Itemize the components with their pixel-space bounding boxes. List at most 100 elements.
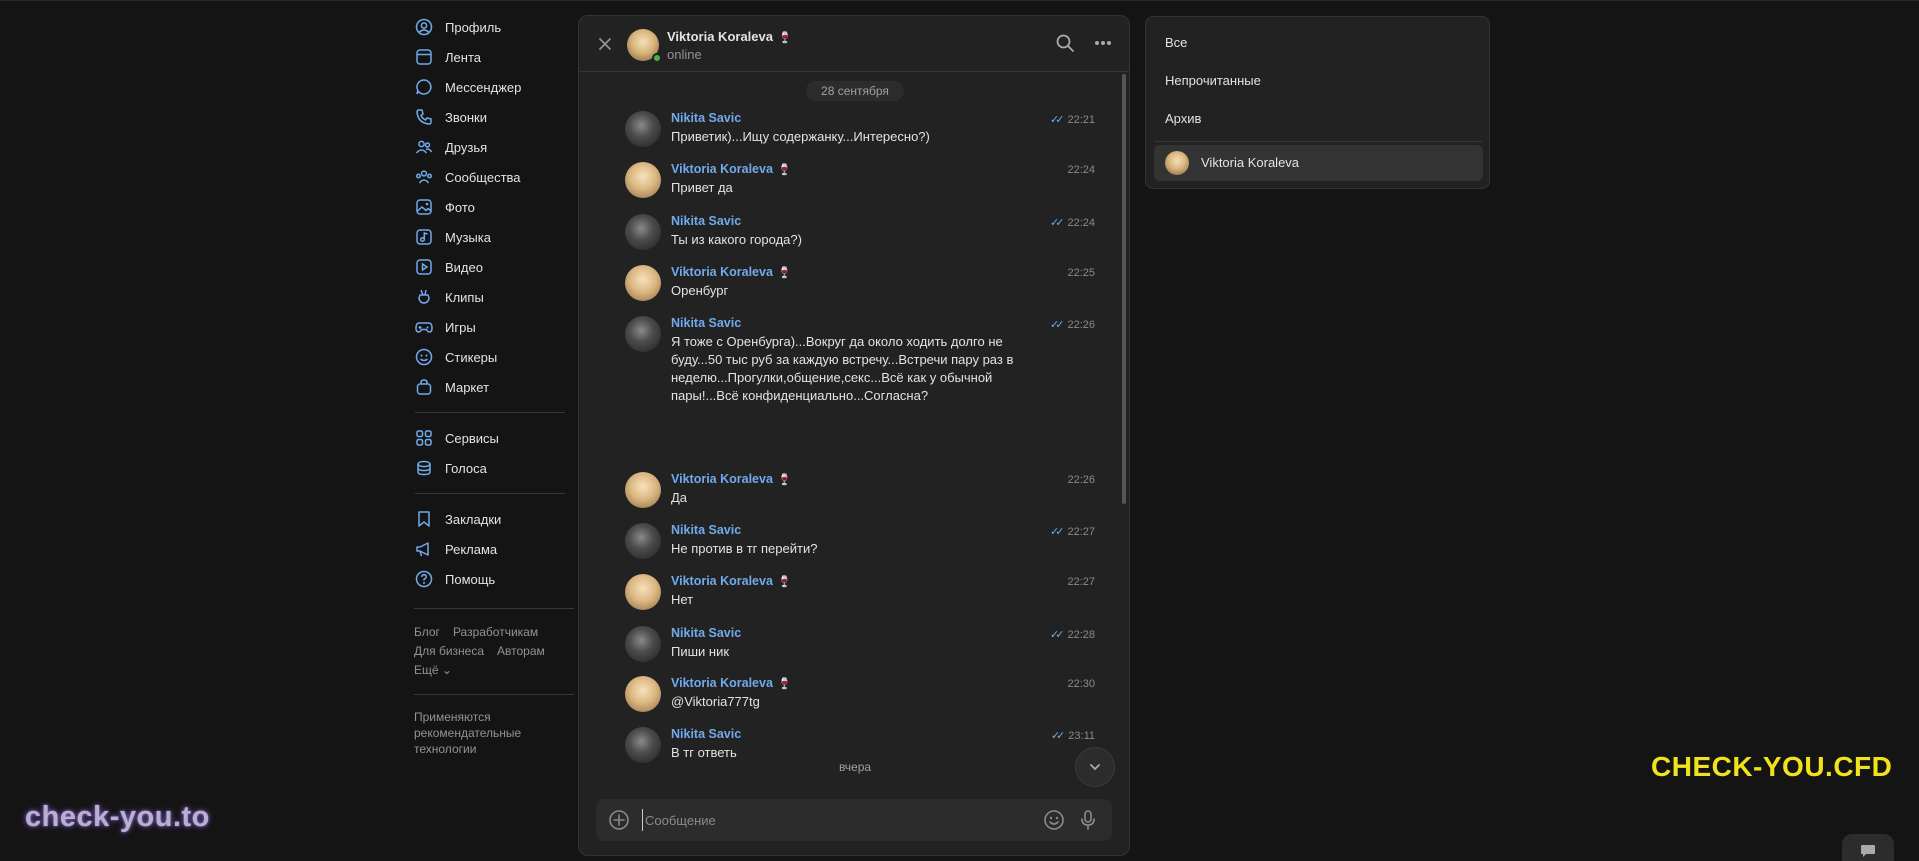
nav-item-market[interactable]: Маркет: [404, 372, 574, 402]
contact-status: online: [667, 47, 702, 62]
message-author[interactable]: Viktoria Koraleva 🍷: [671, 574, 792, 588]
microphone-icon[interactable]: [1077, 809, 1099, 834]
message-text: Да: [671, 490, 688, 505]
message-avatar[interactable]: [625, 162, 661, 198]
message-time: 22:24: [1067, 164, 1095, 176]
chat-header: Viktoria Koraleva 🍷 online: [579, 16, 1129, 72]
message-avatar[interactable]: [625, 523, 661, 559]
nav-item-votes[interactable]: Голоса: [404, 453, 574, 483]
message-avatar[interactable]: [625, 727, 661, 763]
nav-item-games[interactable]: Игры: [404, 312, 574, 342]
message-avatar[interactable]: [625, 111, 661, 147]
chat-window: Viktoria Koraleva 🍷 online 28 сентября Ni…: [578, 15, 1130, 856]
message-author[interactable]: Nikita Savic: [671, 523, 741, 537]
attach-icon[interactable]: [608, 809, 630, 834]
emoji-icon[interactable]: [1043, 809, 1065, 834]
nav-item-label: Лента: [445, 49, 481, 65]
message-avatar[interactable]: [625, 574, 661, 610]
message-avatar[interactable]: [625, 676, 661, 712]
nav-item-label: Клипы: [445, 289, 484, 305]
message-author[interactable]: Viktoria Koraleva 🍷: [671, 676, 792, 690]
nav-item-help[interactable]: Помощь: [404, 564, 574, 594]
nav-item-services[interactable]: Сервисы: [404, 423, 574, 453]
nav-item-communities[interactable]: Сообщества: [404, 162, 574, 192]
nav-item-label: Профиль: [445, 19, 502, 35]
chat-list-name: Viktoria Koraleva: [1201, 155, 1300, 170]
message-author[interactable]: Viktoria Koraleva 🍷: [671, 162, 792, 176]
message-time: ✓✓ 22:27: [1050, 525, 1095, 539]
help-icon: [415, 570, 433, 588]
filter-all[interactable]: Все: [1165, 35, 1187, 50]
nav-item-messenger[interactable]: Мессенджер: [404, 72, 574, 102]
nav-item-label: Музыка: [445, 229, 491, 245]
nav-item-ads[interactable]: Реклама: [404, 534, 574, 564]
footer-link-more[interactable]: Ещё ⌄: [414, 661, 452, 680]
nav-divider: [415, 412, 565, 413]
message-time: 22:27: [1067, 576, 1095, 588]
clips-icon: [415, 288, 433, 306]
read-receipt-icon: ✓✓: [1050, 730, 1066, 742]
chat-list-item[interactable]: Viktoria Koraleva: [1154, 145, 1483, 181]
close-icon[interactable]: [593, 32, 617, 56]
votes-icon: [415, 459, 433, 477]
message-author[interactable]: Viktoria Koraleva 🍷: [671, 265, 792, 279]
watermark-right: CHECK-YOU.CFD: [1651, 751, 1893, 782]
footer-link-blog[interactable]: Блог: [414, 623, 440, 642]
nav-item-video[interactable]: Видео: [404, 252, 574, 282]
nav-item-label: Сообщества: [445, 169, 521, 185]
filter-divider: [1154, 141, 1482, 142]
market-icon: [415, 378, 433, 396]
chat-bubble-icon[interactable]: [1842, 834, 1894, 861]
bookmark-icon: [415, 510, 433, 528]
message-author[interactable]: Nikita Savic: [671, 111, 741, 125]
message-avatar[interactable]: [625, 265, 661, 301]
contact-name[interactable]: Viktoria Koraleva 🍷: [667, 29, 792, 44]
nav-item-photo[interactable]: Фото: [404, 192, 574, 222]
nav-item-friends[interactable]: Друзья: [404, 132, 574, 162]
nav-item-bookmark[interactable]: Закладки: [404, 504, 574, 534]
nav-item-phone[interactable]: Звонки: [404, 102, 574, 132]
message-input[interactable]: [642, 809, 1022, 831]
read-receipt-icon: ✓✓: [1050, 114, 1065, 126]
message-time: ✓✓ 22:26: [1050, 318, 1095, 332]
phone-icon: [415, 108, 433, 126]
message-author[interactable]: Nikita Savic: [671, 316, 741, 330]
message-time: 22:25: [1067, 267, 1095, 279]
nav-item-label: Голоса: [445, 460, 487, 476]
nav-item-profile[interactable]: Профиль: [404, 12, 574, 42]
message-avatar[interactable]: [625, 316, 661, 352]
date-divider: 28 сентября: [806, 81, 904, 101]
filter-archive[interactable]: Архив: [1165, 111, 1201, 126]
nav-item-stickers[interactable]: Стикеры: [404, 342, 574, 372]
more-icon[interactable]: [1093, 33, 1113, 56]
communities-icon: [415, 168, 433, 186]
footer-link-authors[interactable]: Авторам: [497, 642, 545, 661]
scroll-down-button[interactable]: [1075, 747, 1115, 787]
top-divider: [0, 0, 1919, 1]
search-icon[interactable]: [1055, 33, 1075, 56]
message-author[interactable]: Viktoria Koraleva 🍷: [671, 472, 792, 486]
message-author[interactable]: Nikita Savic: [671, 727, 741, 741]
nav-item-music[interactable]: Музыка: [404, 222, 574, 252]
nav-item-clips[interactable]: Клипы: [404, 282, 574, 312]
message-avatar[interactable]: [625, 626, 661, 662]
nav-item-label: Игры: [445, 319, 476, 335]
nav-item-label: Реклама: [445, 541, 498, 557]
message-avatar[interactable]: [625, 472, 661, 508]
message-list[interactable]: 28 сентября Nikita Savic ✓✓ 22:21 Приветик)…: [579, 73, 1129, 796]
message-avatar[interactable]: [625, 214, 661, 250]
nav-item-feed[interactable]: Лента: [404, 42, 574, 72]
footer-link-developers[interactable]: Разработчикам: [453, 623, 538, 642]
services-icon: [415, 429, 433, 447]
message-time: 22:26: [1067, 474, 1095, 486]
online-indicator: [652, 53, 662, 63]
messenger-icon: [415, 78, 433, 96]
watermark-left: check-you.to: [25, 801, 210, 833]
games-icon: [415, 318, 433, 336]
footer-link-business[interactable]: Для бизнеса: [414, 642, 484, 661]
nav-item-label: Сервисы: [445, 430, 499, 446]
scrollbar[interactable]: [1122, 74, 1126, 504]
filter-unread[interactable]: Непрочитанные: [1165, 73, 1261, 88]
message-author[interactable]: Nikita Savic: [671, 626, 741, 640]
message-author[interactable]: Nikita Savic: [671, 214, 741, 228]
